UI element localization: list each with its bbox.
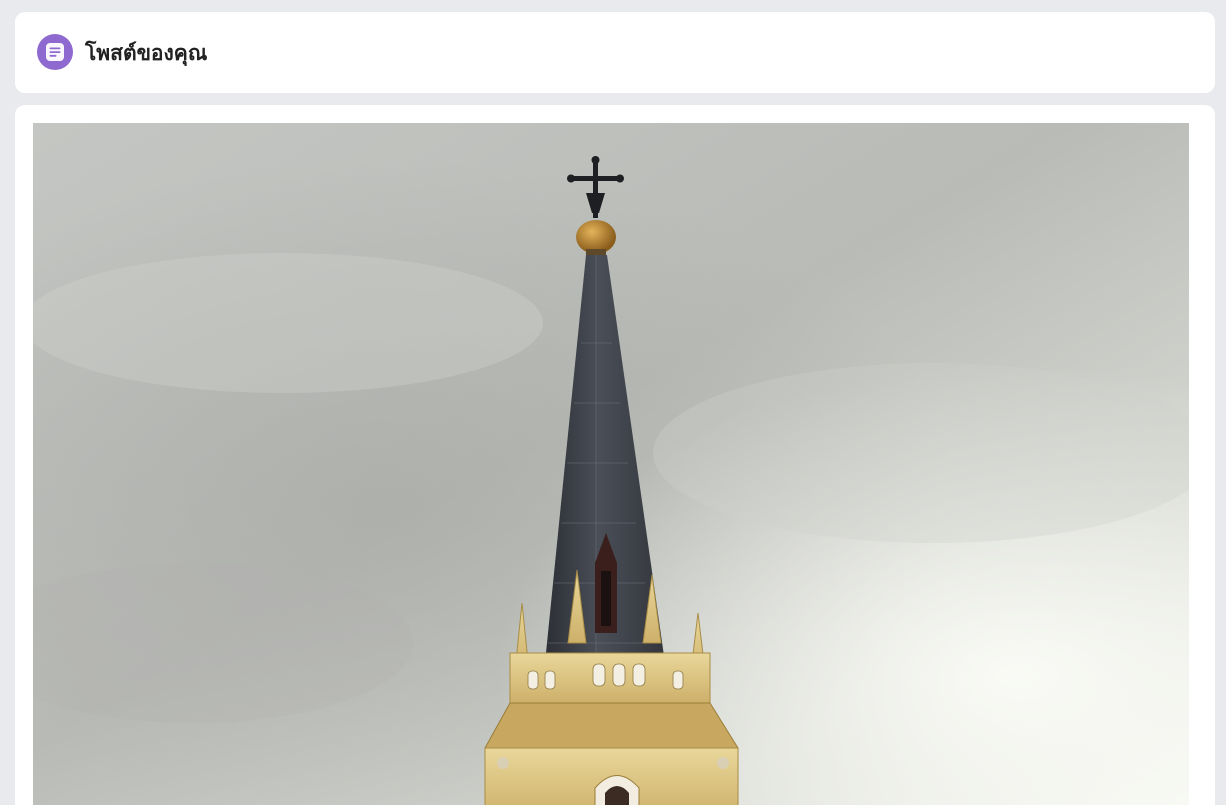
post-card: [15, 105, 1215, 805]
posts-header: โพสต์ของคุณ: [15, 12, 1215, 93]
page-title: โพสต์ของคุณ: [85, 41, 208, 65]
church-spire-photo[interactable]: [33, 123, 1189, 805]
post-list-icon: [37, 34, 73, 70]
